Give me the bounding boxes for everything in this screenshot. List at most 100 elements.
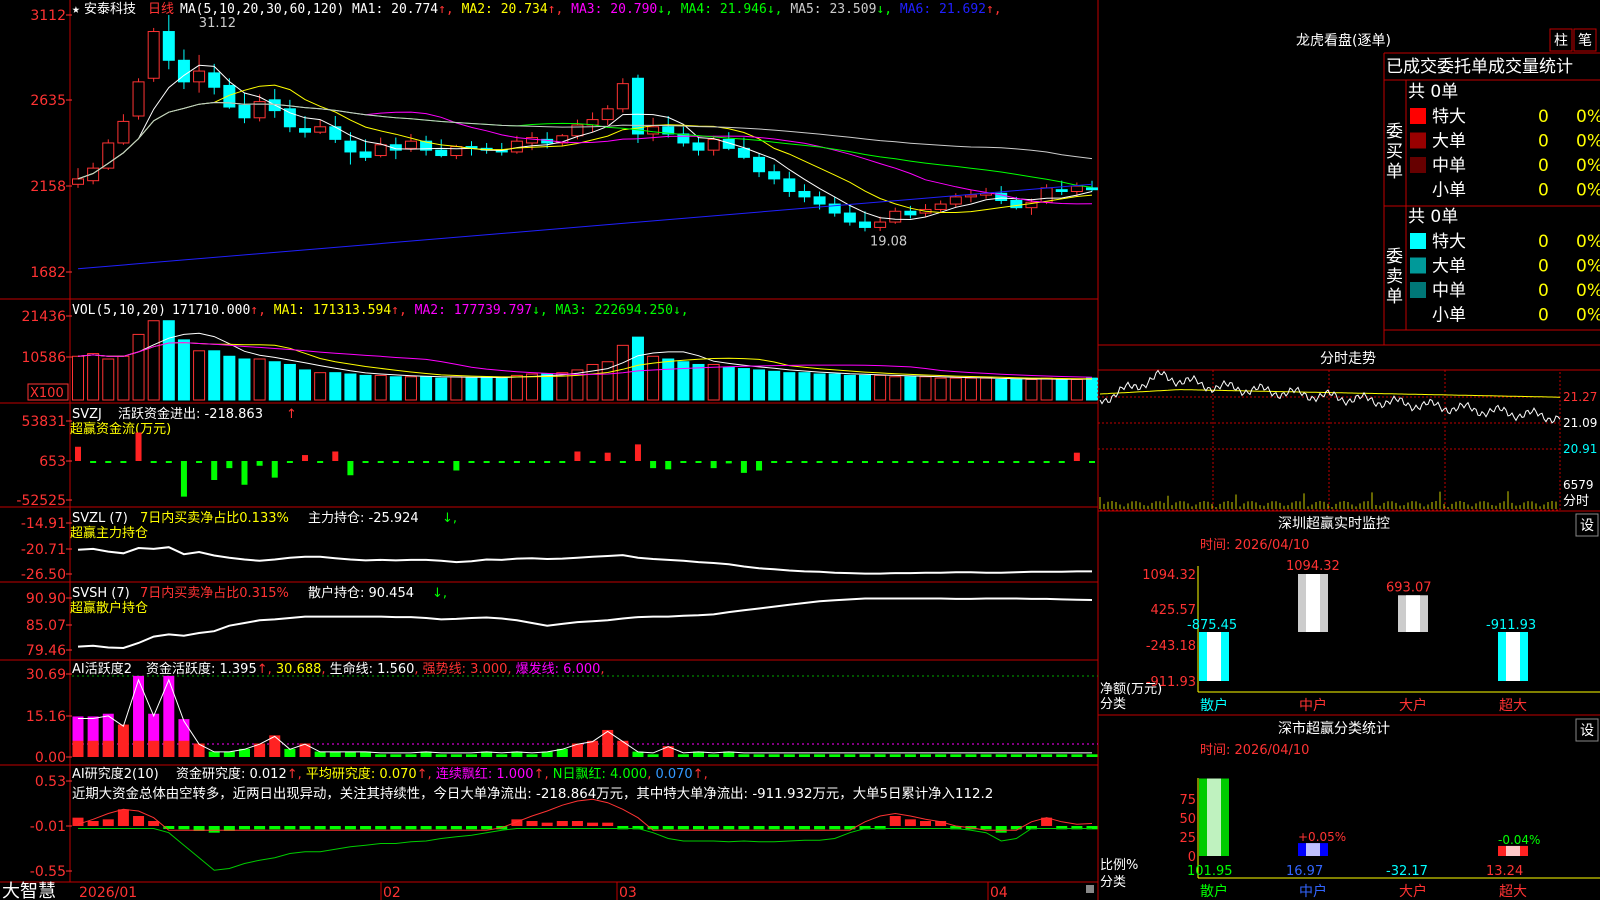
candle-body[interactable] — [904, 210, 917, 216]
mon-tick-1: 425.57 — [1151, 603, 1197, 618]
candle-body[interactable] — [1010, 199, 1023, 209]
candle-body[interactable] — [813, 196, 826, 205]
candle-body[interactable] — [692, 142, 705, 151]
candle-body[interactable] — [435, 149, 448, 157]
candle-body[interactable] — [450, 146, 463, 157]
lock-icon[interactable] — [1086, 885, 1094, 893]
fund-flow-bar — [922, 461, 929, 463]
candle-body[interactable] — [404, 140, 417, 149]
volume-bar — [692, 363, 705, 401]
ai-active-bar-base — [178, 740, 190, 757]
candle-body[interactable] — [223, 84, 236, 108]
volume-bar — [677, 361, 690, 401]
fund-flow-bar — [317, 461, 324, 463]
period-label[interactable]: 日线 — [148, 2, 174, 17]
candle-body[interactable] — [117, 120, 130, 144]
candle-body[interactable] — [858, 221, 871, 228]
candle-body[interactable] — [843, 212, 856, 223]
candle-body[interactable] — [510, 140, 523, 153]
fund-flow-bar — [1073, 452, 1080, 461]
candle-body[interactable] — [707, 138, 720, 151]
candle-body[interactable] — [132, 81, 145, 117]
vol-items-arrow-0: ↑, — [250, 303, 273, 318]
sz-monitor-settings-label[interactable]: 设 — [1580, 518, 1594, 534]
candle-body[interactable] — [677, 133, 690, 144]
candle-body[interactable] — [964, 194, 977, 198]
candle-body[interactable] — [314, 126, 327, 133]
volume-bar — [1086, 377, 1098, 401]
tab-bar-label[interactable]: 柱 — [1554, 33, 1568, 49]
candle-body[interactable] — [162, 31, 175, 61]
candle-body[interactable] — [283, 108, 296, 128]
tab-tick-label[interactable]: 笔 — [1578, 33, 1592, 49]
svzj-yaxis-tick-0: 53831 — [21, 414, 66, 430]
ai-active-bar — [344, 751, 356, 757]
candle-body[interactable] — [783, 178, 796, 192]
ai-active-items-arrow-1: , — [321, 662, 329, 677]
fund-flow-bar — [256, 461, 263, 466]
candle-body[interactable] — [889, 210, 902, 223]
candle-body[interactable] — [299, 128, 312, 133]
fund-flow-bar — [907, 461, 914, 463]
ai-research-items-arrow-1: ↑, — [417, 767, 436, 782]
candle-body[interactable] — [753, 156, 766, 173]
candle-body[interactable] — [344, 140, 357, 153]
volume-bar — [828, 373, 841, 401]
candle-body[interactable] — [208, 72, 221, 88]
ai-active-bar — [1056, 754, 1068, 757]
candle-body[interactable] — [647, 126, 660, 135]
research-bar — [526, 821, 538, 826]
candle-body[interactable] — [1070, 185, 1083, 192]
research-bar — [450, 826, 462, 830]
research-bar — [753, 826, 765, 830]
sz-class-settings-label[interactable]: 设 — [1580, 723, 1594, 739]
volume-bar — [389, 376, 402, 401]
ai-active-bar — [1010, 754, 1022, 757]
candle-body[interactable] — [949, 196, 962, 205]
candle-body[interactable] — [238, 104, 251, 119]
candle-body[interactable] — [72, 178, 84, 185]
cls-bar-highlight-3 — [1506, 845, 1520, 856]
candle-body[interactable] — [768, 171, 781, 180]
candle-body[interactable] — [601, 108, 614, 121]
ai-active-bar-base — [102, 740, 114, 757]
fund-flow-bar — [877, 461, 884, 463]
lhb-sell-count-3: 0 — [1538, 306, 1549, 326]
candle-body[interactable] — [102, 142, 115, 169]
candle-body[interactable] — [1055, 189, 1068, 192]
candle-body[interactable] — [616, 83, 629, 110]
svsh-arrow: ↓, — [432, 586, 447, 601]
lhb-buy-side-char: 买 — [1386, 142, 1403, 162]
fund-flow-bar — [423, 461, 430, 463]
cls-cat-2: 大户 — [1399, 883, 1427, 900]
candle-body[interactable] — [374, 144, 387, 157]
volume-bar — [253, 358, 266, 401]
volume-bar — [102, 358, 115, 401]
candle-body[interactable] — [359, 151, 372, 158]
candle-body[interactable] — [737, 147, 750, 158]
stock-name[interactable]: 安泰科技 — [84, 2, 136, 17]
research-bar — [571, 821, 583, 826]
intraday-tick-0: 21.27 — [1563, 390, 1597, 404]
research-bar — [708, 826, 720, 830]
lhb-buy-count-0: 0 — [1538, 107, 1549, 127]
ai-research-items-item-1: 平均研究度: 0.070 — [306, 766, 417, 782]
svsh-yaxis-tick-0: 90.90 — [26, 591, 66, 607]
cls-value-3: 13.24 — [1486, 864, 1523, 879]
svzl-panel: SVZL (7) 7日内买卖净占比0.133% 主力持仓: -25.924 ↓,… — [21, 510, 1092, 583]
intraday-title: 分时走势 — [1320, 351, 1376, 367]
cls-tick-3: 0 — [1188, 850, 1196, 865]
candle-body[interactable] — [147, 31, 160, 79]
volume-bar — [299, 369, 312, 401]
research-bar — [814, 826, 826, 830]
candle-body[interactable] — [934, 203, 947, 210]
candle-body[interactable] — [193, 70, 206, 83]
candle-body[interactable] — [1086, 187, 1098, 191]
volume-bar — [1010, 379, 1023, 401]
candle-body[interactable] — [874, 221, 887, 228]
ai-active-bar — [753, 754, 765, 757]
lhb-title: 龙虎看盘(逐单) — [1296, 32, 1391, 49]
candle-body[interactable] — [798, 190, 811, 198]
ai-active-bar — [329, 751, 341, 757]
price-header: ★ 安泰科技 日线 MA(5,10,20,30,60,120) MA1: 20.… — [72, 2, 1002, 17]
